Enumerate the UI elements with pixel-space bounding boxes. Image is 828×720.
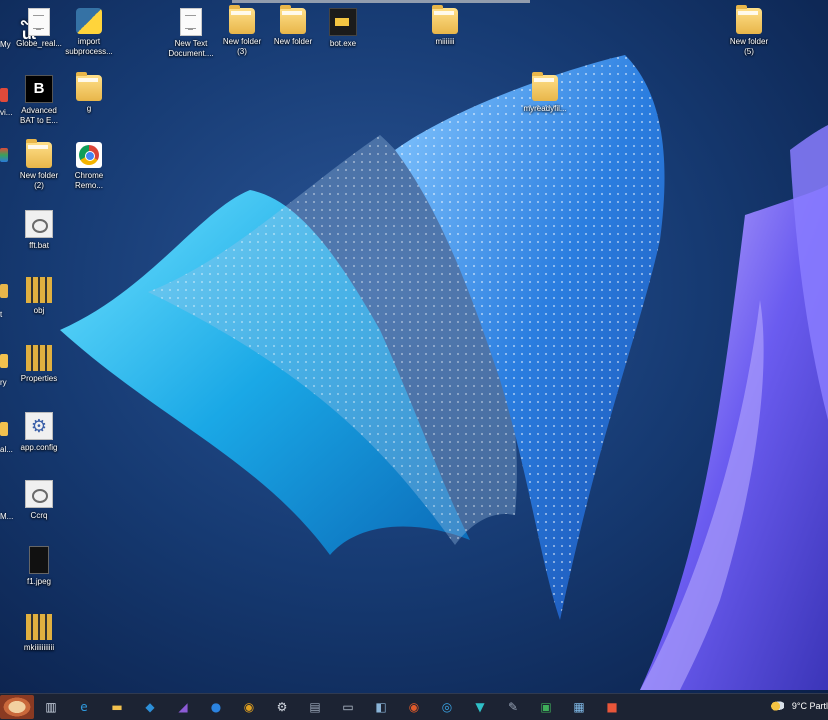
partial-icon[interactable] bbox=[0, 88, 8, 102]
icon-label: f1.jpeg bbox=[26, 577, 52, 586]
weather-widget[interactable]: 9°C Partl bbox=[792, 701, 828, 711]
desktop-icon-bot-exe[interactable]: bot.exe bbox=[314, 8, 372, 49]
taskbar: ▥ e ▬ ◆ ◢ ● ◉ ⚙ ▤ ▭ ◧ ◉ ◎ ▼ ✎ ▣ ▦ ■ 9°C Partl bbox=[0, 693, 828, 720]
folder-icon bbox=[432, 5, 458, 34]
folder-icon bbox=[736, 5, 762, 34]
taskbar-app-a-icon[interactable]: ▤ bbox=[306, 698, 324, 716]
taskbar-task-view-icon[interactable]: ▥ bbox=[42, 698, 60, 716]
taskbar-app-h-icon[interactable]: ▦ bbox=[570, 698, 588, 716]
icon-label: New folder (3) bbox=[222, 37, 262, 56]
icon-label: myreadyfil... bbox=[523, 104, 567, 113]
icon-label: New folder (5) bbox=[729, 37, 769, 56]
desktop-icon-mkiiiiiiiiiii[interactable]: mkiiiiiiiiiii bbox=[10, 614, 68, 653]
partial-icon[interactable] bbox=[0, 354, 8, 368]
taskbar-terminal-icon[interactable]: ▭ bbox=[339, 698, 357, 716]
desktop-icon-import-subprocess[interactable]: import subprocess... bbox=[60, 8, 118, 57]
taskbar-file-explorer-icon[interactable]: ▬ bbox=[108, 698, 126, 716]
taskbar-app-f-icon[interactable]: ✎ bbox=[504, 698, 522, 716]
chrome-remote-desktop-icon bbox=[76, 142, 102, 168]
partial-label: ry bbox=[0, 378, 7, 387]
executable-icon bbox=[329, 8, 357, 36]
icon-label: Ccrq bbox=[30, 511, 48, 520]
icon-label: bot.exe bbox=[329, 39, 357, 48]
desktop-icon-fft-bat[interactable]: fft.bat bbox=[10, 210, 68, 251]
zip-folder-icon bbox=[26, 277, 52, 303]
icon-label: obj bbox=[33, 306, 45, 315]
taskbar-app-d-icon[interactable]: ◎ bbox=[438, 698, 456, 716]
taskbar-app-c-icon[interactable]: ◉ bbox=[405, 698, 423, 716]
folder-icon bbox=[26, 139, 52, 168]
zip-folder-icon bbox=[26, 345, 52, 371]
icon-label: Properties bbox=[20, 374, 58, 383]
start-button-icon[interactable] bbox=[0, 695, 34, 719]
taskbar-settings-icon[interactable]: ⚙ bbox=[273, 698, 291, 716]
icon-label: import subprocess... bbox=[65, 37, 113, 56]
config-file-icon: ⚙ bbox=[25, 412, 53, 440]
icon-label: g bbox=[86, 104, 92, 113]
desktop-icon-new-folder-5[interactable]: New folder (5) bbox=[720, 5, 778, 57]
desktop-icon-ccrq[interactable]: Ccrq bbox=[10, 480, 68, 521]
partial-icon[interactable] bbox=[0, 422, 8, 436]
desktop-icon-chrome-remote[interactable]: Chrome Remo... bbox=[60, 142, 118, 191]
desktop-icon-new-folder-3[interactable]: New folder (3) bbox=[213, 5, 271, 57]
folder-icon bbox=[229, 5, 255, 34]
python-file-icon bbox=[76, 8, 102, 34]
desktop-icon-properties[interactable]: Properties bbox=[10, 345, 68, 384]
icon-label: miiiiiii bbox=[435, 37, 455, 46]
batch-file-icon bbox=[25, 480, 53, 508]
taskbar-app-i-icon[interactable]: ■ bbox=[603, 698, 621, 716]
text-document-icon bbox=[180, 8, 202, 36]
taskbar-vscode-icon[interactable]: ◆ bbox=[141, 698, 159, 716]
image-file-icon bbox=[29, 546, 49, 574]
bat-converter-icon: B bbox=[25, 75, 53, 103]
taskbar-chat-icon[interactable]: ● bbox=[207, 698, 225, 716]
taskbar-app-b-icon[interactable]: ◧ bbox=[372, 698, 390, 716]
icon-label: Chrome Remo... bbox=[74, 171, 104, 190]
desktop-icon-miiiiiii[interactable]: miiiiiii bbox=[416, 5, 474, 47]
icon-label: mkiiiiiiiiiii bbox=[23, 643, 55, 652]
partial-label: t bbox=[0, 310, 3, 319]
weather-icon[interactable] bbox=[770, 699, 784, 711]
icon-label: app.config bbox=[20, 443, 58, 452]
desktop-icon-app-config[interactable]: ⚙ app.config bbox=[10, 412, 68, 453]
desktop-icon-myreadyfile[interactable]: myreadyfil... bbox=[516, 72, 574, 114]
folder-icon bbox=[280, 5, 306, 34]
partial-icon[interactable] bbox=[0, 148, 8, 162]
document-icon bbox=[28, 8, 50, 36]
taskbar-app-g-icon[interactable]: ▣ bbox=[537, 698, 555, 716]
desktop-icon-obj[interactable]: obj bbox=[10, 277, 68, 316]
desktop-icon-g[interactable]: g bbox=[60, 72, 118, 114]
desktop-icon-f1-jpeg[interactable]: f1.jpeg bbox=[10, 546, 68, 587]
desktop-icon-new-text-document[interactable]: New Text Document.... bbox=[162, 8, 220, 59]
taskbar-chrome-icon[interactable]: ◉ bbox=[240, 698, 258, 716]
taskbar-app-e-icon[interactable]: ▼ bbox=[471, 698, 489, 716]
batch-file-icon bbox=[25, 210, 53, 238]
partial-icon[interactable] bbox=[0, 284, 8, 298]
desktop-wallpaper bbox=[0, 0, 828, 720]
taskbar-edge-icon[interactable]: e bbox=[75, 698, 93, 716]
icon-label: New Text Document.... bbox=[168, 39, 214, 58]
top-title-bar-fragment bbox=[232, 0, 530, 3]
taskbar-visual-studio-icon[interactable]: ◢ bbox=[174, 698, 192, 716]
folder-icon bbox=[532, 72, 558, 101]
zip-folder-icon bbox=[26, 614, 52, 640]
folder-icon bbox=[76, 72, 102, 101]
icon-label: fft.bat bbox=[29, 241, 49, 250]
